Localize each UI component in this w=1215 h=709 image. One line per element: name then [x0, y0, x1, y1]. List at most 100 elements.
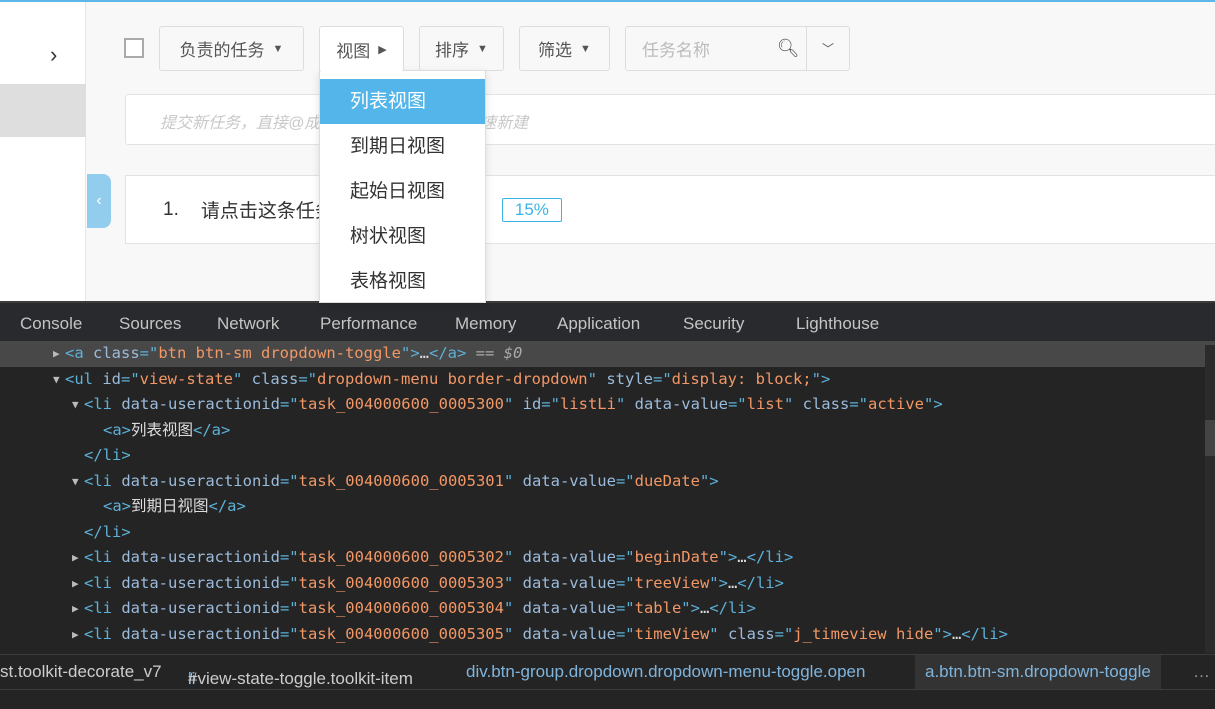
collapse-panel-button[interactable]: ‹: [87, 174, 111, 228]
code-token: data-useractionid: [121, 548, 280, 566]
view-menu-item-table[interactable]: 表格视图: [320, 259, 485, 304]
tab-console[interactable]: Console: [20, 314, 82, 334]
dom-node-line[interactable]: ▶ <li data-useractionid="task_004000600_0…: [0, 596, 1215, 622]
collapsed-arrow-icon[interactable]: ▶: [72, 571, 79, 597]
code-token: list: [746, 395, 784, 413]
code-token: ": [783, 395, 803, 413]
vertical-scrollbar[interactable]: [1205, 345, 1215, 653]
code-token: view-state: [139, 369, 233, 388]
collapsed-arrow-icon[interactable]: ▶: [72, 596, 79, 622]
code-token: j_timeview hide: [793, 624, 934, 643]
view-menu-item-due-date[interactable]: 到期日视图: [320, 124, 485, 169]
code-token: ": [503, 471, 523, 490]
code-token: …: [737, 548, 747, 566]
dom-node-line[interactable]: ▼ <li data-useractionid="task_004000600_0…: [0, 392, 1215, 418]
code-token: task_004000600_0005305: [298, 624, 504, 643]
tab-network[interactable]: Network: [217, 314, 279, 334]
dom-node-text: <li data-useractionid="task_004000600_00…: [84, 571, 784, 597]
dom-node-text: <a>列表视图</a>: [103, 418, 230, 444]
caret-down-icon: ▼: [272, 42, 284, 55]
view-menu-item-tree[interactable]: 树状视图: [320, 214, 485, 259]
search-icon[interactable]: 🔍︎: [770, 38, 806, 59]
dom-node-line[interactable]: ▼ <li data-useractionid="task_004000600_0…: [0, 469, 1215, 495]
caret-down-icon: ▼: [580, 42, 591, 55]
view-menu-item-list[interactable]: 列表视图: [320, 79, 485, 124]
search-options-button[interactable]: ﹀: [806, 27, 849, 70]
view-dropdown[interactable]: 视图 ▶: [319, 26, 404, 72]
breadcrumb: st.toolkit-decorate_v7 li #view-state-tog…: [0, 654, 1215, 690]
code-token: data-useractionid: [121, 599, 280, 617]
code-token: ">: [709, 573, 728, 592]
collapsed-arrow-icon[interactable]: ▶: [72, 622, 79, 648]
dom-node-line[interactable]: ▶ <li data-useractionid="task_004000600_0…: [0, 545, 1215, 571]
tab-performance[interactable]: Performance: [320, 314, 417, 334]
tab-application[interactable]: Application: [557, 314, 640, 334]
code-token: data-value: [522, 471, 616, 490]
sidebar-selected-item[interactable]: [0, 84, 86, 137]
code-token: task_004000600_0005300: [298, 395, 504, 413]
code-token: <li: [84, 573, 122, 592]
collapsed-arrow-icon[interactable]: ▶: [72, 545, 79, 571]
code-token: ": [503, 573, 523, 592]
breadcrumb-item[interactable]: st.toolkit-decorate_v7: [0, 662, 162, 682]
filter-dropdown[interactable]: 筛选 ▼: [519, 26, 610, 71]
dom-node-text: </li>: [84, 443, 131, 469]
tab-sources[interactable]: Sources: [119, 314, 181, 334]
more-icon[interactable]: …: [1193, 662, 1210, 682]
dom-node-text: <li data-useractionid="task_004000600_00…: [84, 392, 943, 418]
code-token: == $0: [466, 344, 523, 362]
code-token: =": [615, 573, 635, 592]
dom-node-line[interactable]: </li>: [0, 520, 1215, 546]
app-area: › ‹ 负责的任务▼ 视图▶ 排序▼ 筛选▼ 任务名称 🔍︎ ﹀ 提交新任务，直…: [0, 0, 1215, 304]
dom-node-line[interactable]: </li>: [0, 443, 1215, 469]
scrollbar-thumb[interactable]: [1205, 420, 1215, 456]
code-token: =": [279, 471, 299, 490]
code-token: display: block;: [671, 369, 812, 388]
dom-node-line[interactable]: ▶ <li data-useractionid="task_004000600_0…: [0, 571, 1215, 597]
code-token: ": [233, 369, 252, 388]
dom-node-text: <a>到期日视图</a>: [103, 494, 246, 520]
code-token: timeView: [634, 624, 710, 643]
tab-security[interactable]: Security: [683, 314, 744, 334]
expand-arrow-icon[interactable]: ▼: [53, 367, 60, 393]
code-token: </li>: [84, 522, 131, 541]
search-input[interactable]: 任务名称: [626, 36, 770, 61]
sort-dropdown[interactable]: 排序 ▼: [419, 26, 504, 71]
code-token: </a>: [429, 344, 467, 362]
chevron-right-icon[interactable]: ›: [50, 42, 57, 68]
devtools-panel: Console Sources Network Performance Memo…: [0, 301, 1215, 709]
tab-lighthouse[interactable]: Lighthouse: [796, 314, 879, 334]
collapsed-arrow-icon[interactable]: ▶: [53, 341, 60, 367]
expand-arrow-icon[interactable]: ▼: [72, 392, 79, 418]
breadcrumb-item-selected[interactable]: a.btn.btn-sm.dropdown-toggle: [915, 655, 1161, 689]
dom-node-line[interactable]: <a>到期日视图</a>: [0, 494, 1215, 520]
breadcrumb-item[interactable]: div.btn-group.dropdown.dropdown-menu-tog…: [466, 662, 865, 682]
dom-node-text: <ul id="view-state" class="dropdown-menu…: [65, 367, 830, 393]
code-token: style: [606, 369, 653, 388]
code-token: =": [727, 395, 747, 413]
view-menu-item-begin-date[interactable]: 起始日视图: [320, 169, 485, 214]
code-token: ">: [811, 369, 831, 388]
code-token: =": [615, 599, 635, 617]
code-token: data-useractionid: [121, 471, 280, 490]
new-task-input[interactable]: 提交新任务，直接@成员并设置截止时间，快速新建: [125, 94, 1215, 145]
tab-memory[interactable]: Memory: [455, 314, 516, 334]
code-token: data-value: [522, 548, 616, 566]
code-token: </li>: [709, 599, 756, 617]
dom-node-line[interactable]: <a>列表视图</a>: [0, 418, 1215, 444]
task-row[interactable]: 1. 请点击这条任务，查看任务的详情 15%: [125, 175, 1215, 244]
dom-node-line[interactable]: ▶ <a class="btn btn-sm dropdown-toggle">……: [0, 341, 1215, 367]
my-tasks-dropdown[interactable]: 负责的任务 ▼: [159, 26, 304, 71]
select-all-checkbox[interactable]: [124, 38, 144, 58]
code-token: beginDate: [634, 548, 719, 566]
code-token: =": [279, 548, 299, 566]
code-token: =": [615, 471, 635, 490]
code-token: ": [587, 369, 607, 388]
code-token: ": [709, 624, 728, 643]
code-token: table: [634, 599, 682, 617]
dom-node-line[interactable]: ▼ <ul id="view-state" class="dropdown-men…: [0, 367, 1215, 393]
code-token: <a>: [103, 420, 131, 439]
code-token: data-value: [522, 573, 616, 592]
dom-node-line[interactable]: ▶ <li data-useractionid="task_004000600_0…: [0, 622, 1215, 648]
expand-arrow-icon[interactable]: ▼: [72, 469, 79, 495]
